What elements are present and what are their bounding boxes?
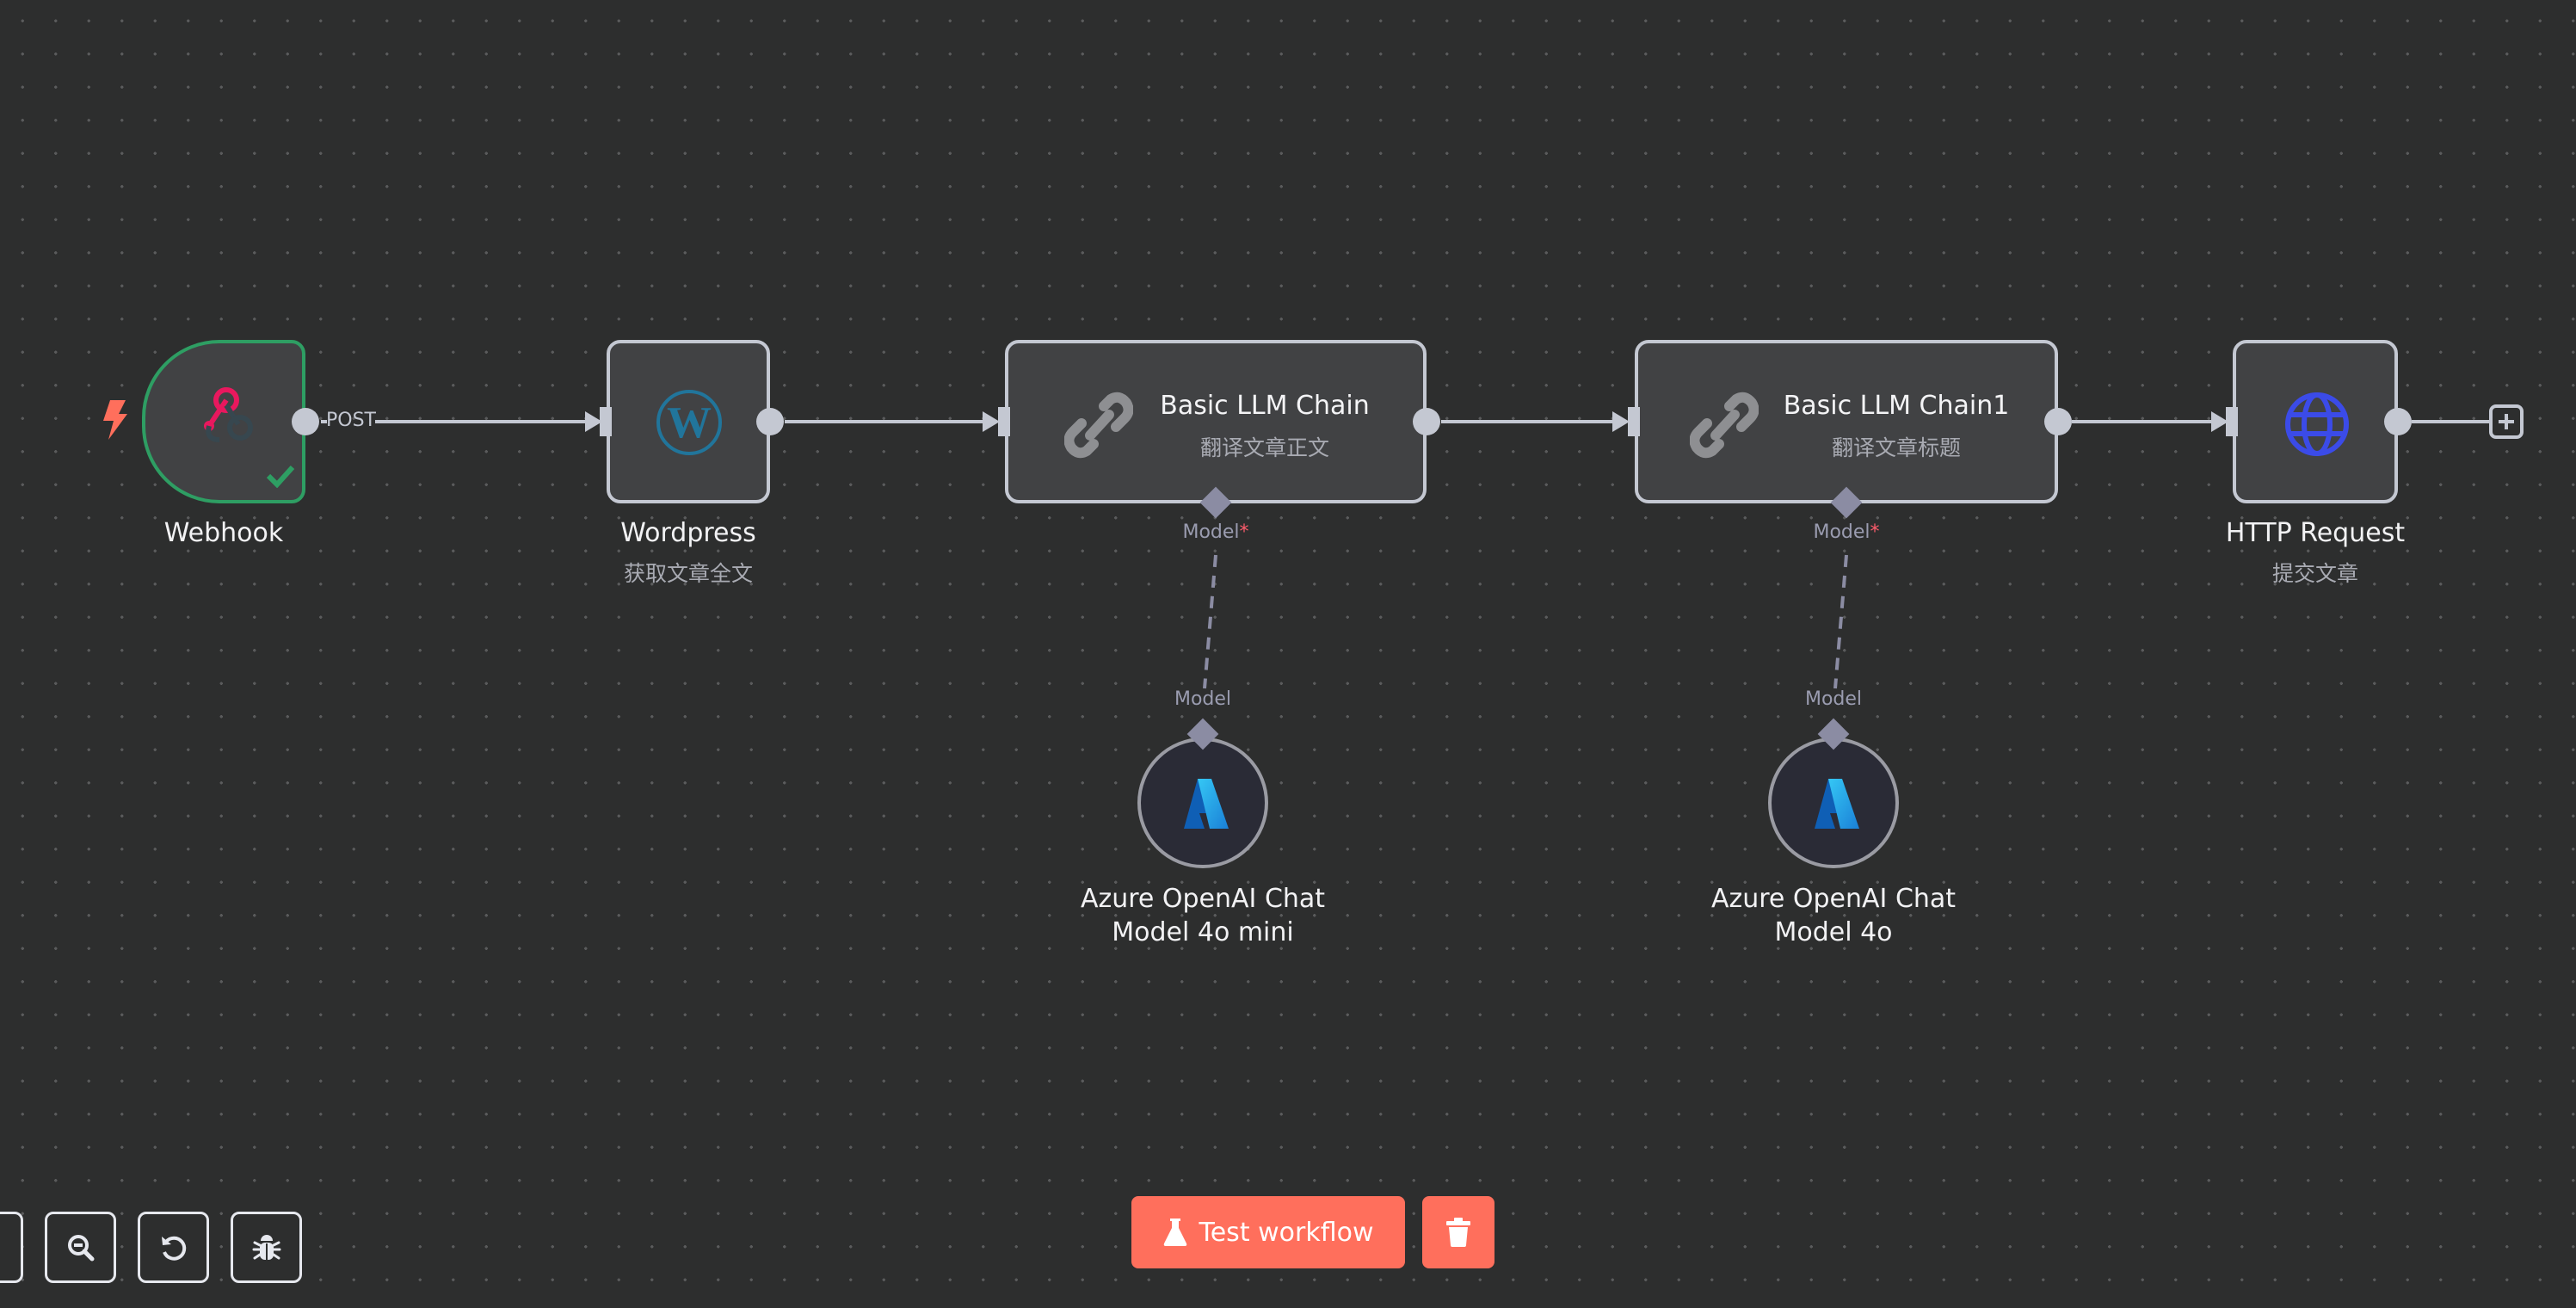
zoom-out-icon <box>67 1234 94 1261</box>
test-workflow-button[interactable]: Test workflow <box>1131 1196 1405 1268</box>
node-azure1-label-line2: Model 4o mini <box>1112 917 1294 947</box>
bug-icon <box>252 1234 280 1260</box>
output-handle-webhook[interactable] <box>292 408 319 435</box>
node-azure-openai-4o-mini[interactable] <box>1137 737 1268 868</box>
model-input-label-llm1: Model* <box>1182 521 1249 543</box>
model-output-label-azure2: Model <box>1804 688 1863 710</box>
plus-icon <box>2499 414 2514 429</box>
output-handle-wordpress[interactable] <box>756 408 784 435</box>
link-icon <box>1063 391 1134 463</box>
azure-icon <box>1809 779 1861 832</box>
delete-button[interactable] <box>1422 1196 1494 1268</box>
arrow-head <box>983 411 1000 432</box>
model-output-label-azure1: Model <box>1174 688 1232 710</box>
edge-azure2-llm2[interactable] <box>1833 554 1848 689</box>
zoom-in-icon <box>0 1235 1 1261</box>
flask-icon <box>1163 1219 1186 1246</box>
node-http-request-subtitle: 提交文章 <box>2271 561 2359 586</box>
input-handle-wordpress[interactable] <box>600 407 612 436</box>
output-handle-http[interactable] <box>2384 408 2412 435</box>
node-azure1-label-line1: Azure OpenAI Chat <box>1080 884 1326 914</box>
node-basic-llm-chain-subtitle: 翻译文章正文 <box>1199 435 1330 460</box>
node-azure2-label-line2: Model 4o <box>1774 917 1893 947</box>
trash-icon <box>1446 1218 1470 1247</box>
input-handle-llm1[interactable] <box>998 407 1010 436</box>
wordpress-icon: W <box>656 389 723 460</box>
zoom-to-fit-button[interactable] <box>0 1212 23 1283</box>
add-node-button[interactable] <box>2489 404 2524 439</box>
node-webhook-label: Webhook <box>163 518 284 548</box>
node-azure2-label-line1: Azure OpenAI Chat <box>1710 884 1957 914</box>
model-input-label-llm2: Model* <box>1813 521 1880 543</box>
node-wordpress-subtitle: 获取文章全文 <box>623 561 754 586</box>
node-basic-llm-chain1[interactable]: Basic LLM Chain1 翻译文章标题 <box>1635 340 2058 503</box>
svg-text:W: W <box>667 398 712 447</box>
undo-icon <box>161 1236 186 1261</box>
edge-azure1-llm1[interactable] <box>1203 554 1217 689</box>
link-icon <box>1689 391 1759 463</box>
node-basic-llm-chain1-subtitle: 翻译文章标题 <box>1831 435 1962 460</box>
globe-icon <box>2283 391 2351 461</box>
node-http-request[interactable] <box>2233 340 2398 503</box>
debug-button[interactable] <box>231 1212 302 1283</box>
trigger-bolt-icon <box>102 400 127 443</box>
edge-label-post: POST <box>326 410 376 431</box>
input-handle-http[interactable] <box>2226 407 2238 436</box>
success-check-icon <box>266 464 295 491</box>
node-wordpress[interactable]: W <box>607 340 770 503</box>
node-wordpress-label: Wordpress <box>620 518 756 548</box>
node-basic-llm-chain-title: Basic LLM Chain <box>1160 391 1370 421</box>
webhook-icon <box>197 386 257 450</box>
node-webhook[interactable] <box>142 340 305 503</box>
reset-zoom-button[interactable] <box>138 1212 209 1283</box>
node-http-request-label: HTTP Request <box>2225 518 2406 548</box>
zoom-out-button[interactable] <box>45 1212 116 1283</box>
connections-layer <box>321 411 2489 689</box>
test-workflow-label: Test workflow <box>1199 1217 1374 1248</box>
input-handle-llm2[interactable] <box>1628 407 1640 436</box>
node-basic-llm-chain1-title: Basic LLM Chain1 <box>1783 391 2010 421</box>
node-basic-llm-chain[interactable]: Basic LLM Chain 翻译文章正文 <box>1005 340 1427 503</box>
azure-icon <box>1179 779 1230 832</box>
arrow-head <box>1612 411 1630 432</box>
output-handle-llm2[interactable] <box>2044 408 2072 435</box>
output-handle-llm1[interactable] <box>1413 408 1440 435</box>
node-azure-openai-4o[interactable] <box>1768 737 1899 868</box>
